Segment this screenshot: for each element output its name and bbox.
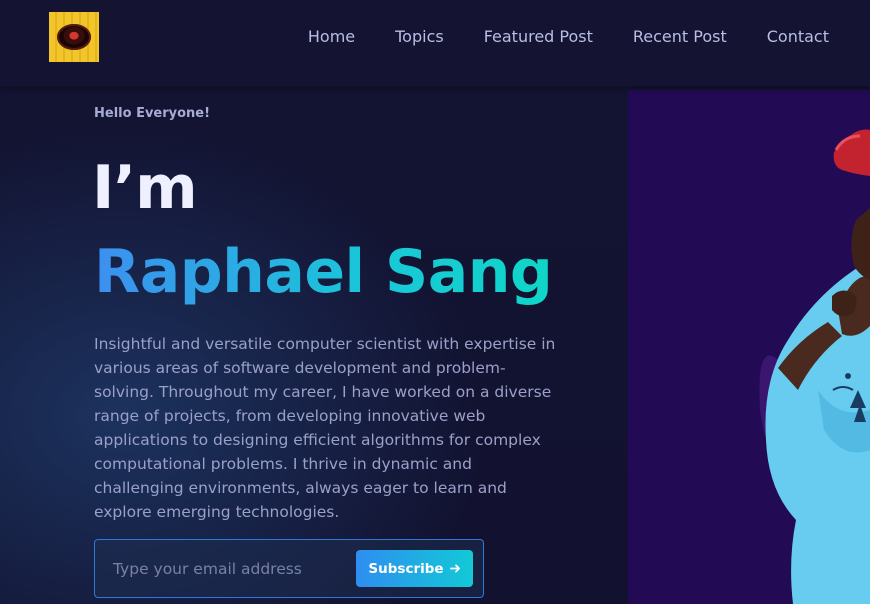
hero-intro: I’m <box>92 153 198 223</box>
hero-bio: Insightful and versatile computer scient… <box>94 335 556 521</box>
subscribe-form: Subscribe <box>94 539 484 598</box>
hero-greeting: Hello Everyone! <box>94 106 211 121</box>
hero-name: Raphael Sang <box>94 237 553 307</box>
nav-contact-link[interactable]: Contact <box>767 26 829 48</box>
site-logo[interactable] <box>49 12 99 62</box>
nav-topics-link[interactable]: Topics <box>395 26 444 48</box>
subscribe-button[interactable]: Subscribe <box>356 550 473 587</box>
logo-mark-icon <box>57 24 91 50</box>
subscribe-button-label: Subscribe <box>368 560 444 577</box>
nav-featured-post-link[interactable]: Featured Post <box>484 26 593 48</box>
site-header: Home Topics Featured Post Recent Post Co… <box>0 0 870 86</box>
arrow-right-icon <box>449 564 460 573</box>
nav-home-link[interactable]: Home <box>308 26 355 48</box>
nav-recent-post-link[interactable]: Recent Post <box>633 26 727 48</box>
email-input[interactable] <box>113 558 343 580</box>
main-nav: Home Topics Featured Post Recent Post Co… <box>308 26 829 48</box>
profile-photo <box>628 90 870 604</box>
person-illustration <box>759 129 870 604</box>
